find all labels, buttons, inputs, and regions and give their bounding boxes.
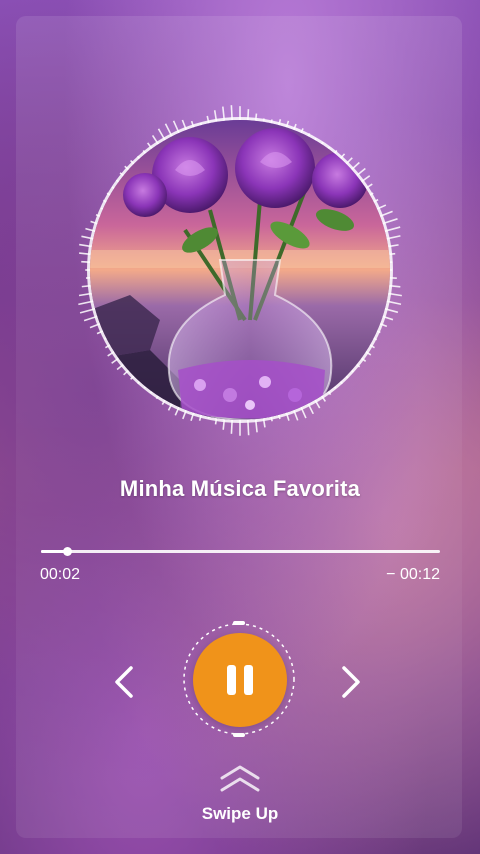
visualizer-bar [345, 375, 349, 379]
visualizer-bar [81, 284, 91, 288]
next-button[interactable] [331, 662, 371, 702]
visualizer-bar [376, 204, 387, 210]
pause-icon [227, 665, 236, 695]
visualizer-bar [293, 123, 297, 131]
visualizer-bar [373, 198, 379, 203]
visualizer-bar [389, 284, 401, 288]
visualizer-bar [285, 412, 290, 421]
visualizer-bar [172, 120, 180, 134]
visualizer-bar [333, 386, 337, 389]
visualizer-bar [270, 416, 273, 422]
swipe-up-label[interactable]: Swipe Up [0, 804, 480, 824]
visualizer-bar [382, 218, 398, 225]
visualizer-bar [369, 192, 374, 196]
visualizer-bar [247, 419, 250, 436]
visualizer-bar [262, 418, 266, 428]
visualizer-bar [350, 161, 360, 171]
visualizer-bar [382, 315, 394, 321]
visualizer-bar [339, 380, 343, 385]
visualizer-bar [174, 406, 180, 416]
visualizer-bar [83, 315, 98, 322]
visualizer-bar [190, 412, 195, 422]
visualizer-bar [356, 363, 361, 368]
visualizer-bar [116, 363, 124, 371]
visualizer-bar [161, 399, 166, 405]
visualizer-bar [222, 106, 226, 121]
visualizer-bar [182, 409, 187, 420]
visualizer-bar [157, 128, 166, 141]
visualizer-bar [327, 390, 332, 396]
elapsed-time: 00:02 [40, 566, 81, 583]
visualizer-bar [389, 252, 396, 256]
visualizer-bar [78, 300, 94, 306]
pause-icon-bar [244, 665, 253, 695]
visualizer-bar [379, 323, 388, 328]
visualizer-bar [388, 244, 399, 248]
visualizer-bar [321, 395, 327, 402]
visualizer-bar [285, 120, 290, 128]
visualizer-bar [254, 113, 258, 121]
visualizer-bar [230, 105, 233, 121]
album-art-image [90, 120, 390, 420]
visualizer-bar [293, 409, 299, 421]
previous-button[interactable] [104, 662, 144, 702]
visualizer-bar [360, 357, 367, 362]
visualizer-bar [386, 235, 401, 240]
album-art [90, 120, 390, 420]
visualizer-bar [278, 414, 281, 420]
visualizer-bar [79, 252, 91, 256]
visualizer-bar [388, 292, 402, 297]
chevron-left-icon [115, 666, 133, 698]
visualizer-bar [379, 210, 393, 217]
double-chevron-up-icon[interactable] [219, 762, 261, 798]
player-screen: Minha Música Favorita 00:02 − 00:12 Swip… [0, 0, 480, 854]
visualizer-bar [360, 175, 371, 183]
visualizer-bar [96, 330, 104, 335]
visualizer-bar [365, 183, 373, 189]
remaining-time: − 00:12 [386, 566, 440, 583]
pause-button[interactable] [193, 633, 287, 727]
visualizer-bar [339, 153, 346, 160]
progress-handle[interactable] [62, 547, 72, 556]
visualizer-bar [365, 351, 372, 356]
visualizer-bar [384, 226, 401, 232]
visualizer-bar [89, 323, 101, 329]
visualizer-bar [107, 351, 115, 357]
chevron-right-icon [342, 666, 360, 698]
visualizer-bar [78, 292, 92, 297]
visualizer-bar [222, 419, 226, 430]
visualizer-bar [356, 167, 366, 177]
visualizer-bar [151, 134, 159, 145]
visualizer-bar [300, 406, 307, 419]
progress-bar[interactable] [41, 547, 440, 556]
visualizer-bar [373, 337, 378, 341]
song-title: Minha Música Favorita [119, 476, 361, 501]
visualizer-bar [85, 227, 96, 232]
visualizer-bar [81, 235, 94, 240]
album-art-container [74, 104, 406, 436]
visualizer-bar [181, 119, 187, 131]
visualizer-bar [111, 357, 120, 364]
visualizer-bar [350, 369, 354, 373]
visualizer-bar [167, 403, 173, 411]
visualizer-bar [369, 344, 375, 349]
visualizer-bar [345, 157, 353, 165]
visualizer-bar [386, 300, 402, 306]
visualizer-bar [314, 399, 321, 409]
visualizer-bar [79, 308, 96, 314]
visualizer-bar [164, 123, 173, 137]
visualizer-bar [123, 369, 130, 376]
visualizer-bar [230, 419, 233, 434]
visualizer-bar [214, 418, 218, 425]
visualizer-bar [384, 308, 399, 314]
visualizer-bar [376, 330, 381, 334]
visualizer-bar [213, 110, 218, 122]
visualizer-bar [254, 419, 258, 433]
visualizer-bar [198, 414, 202, 421]
visualizer-bar [247, 109, 250, 121]
visualizer-bar [307, 403, 314, 415]
visualizer-bar [79, 243, 92, 248]
